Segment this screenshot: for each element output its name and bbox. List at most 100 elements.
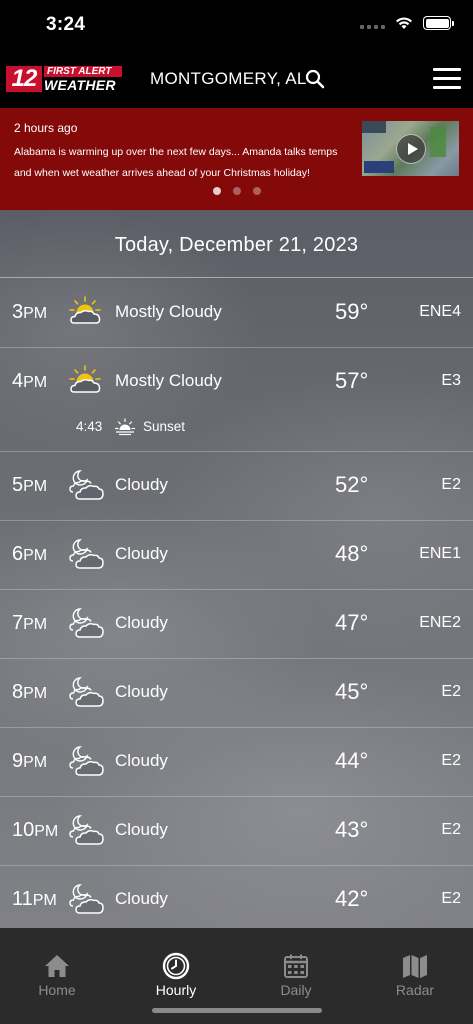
hourly-row[interactable]: 7PM Cloudy 47° ENE2 <box>0 590 473 659</box>
hourly-row[interactable]: 5PM Cloudy 52° E2 <box>0 452 473 521</box>
temperature-number: 48 <box>335 541 360 566</box>
temperature-number: 47 <box>335 610 360 635</box>
degree-symbol: ° <box>359 817 369 842</box>
condition-label: Cloudy <box>115 682 168 701</box>
wind-value: E2 <box>441 476 461 493</box>
map-icon <box>365 952 465 980</box>
hourly-row[interactable]: 6PM Cloudy 48° ENE1 <box>0 521 473 590</box>
temperature-number: 59 <box>335 299 360 324</box>
temperature-number: 43 <box>335 817 360 842</box>
temperature-number: 52 <box>335 472 360 497</box>
temperature-value: 57° <box>335 368 368 394</box>
degree-symbol: ° <box>359 541 369 566</box>
degree-symbol: ° <box>359 299 369 324</box>
cloudy-night-icon <box>68 468 104 502</box>
sunset-label: Sunset <box>143 419 186 434</box>
cloudy-night-icon <box>68 744 104 778</box>
condition-label: Cloudy <box>115 613 168 632</box>
hour-number: 10 <box>12 819 35 841</box>
tab-home[interactable]: Home <box>7 952 107 998</box>
banner-time-ago: 2 hours ago <box>14 121 78 135</box>
wind-value: E3 <box>441 372 461 389</box>
sunset-icon <box>114 416 136 438</box>
calendar-icon <box>246 952 346 980</box>
status-time: 3:24 <box>46 14 86 35</box>
hour-period: PM <box>23 305 48 322</box>
hour-period: PM <box>34 823 59 840</box>
carousel-dots <box>0 187 473 195</box>
video-thumbnail[interactable] <box>362 121 459 176</box>
condition-label: Cloudy <box>115 820 168 839</box>
banner-headline[interactable]: Alabama is warming up over the next few … <box>14 142 354 184</box>
hour-period: PM <box>23 754 48 771</box>
temperature-number: 42 <box>335 886 360 911</box>
carousel-dot[interactable] <box>252 187 261 195</box>
hour-label: 10PM <box>12 819 58 842</box>
tab-label: Daily <box>280 982 312 998</box>
hour-label: 6PM <box>12 543 47 566</box>
hourly-row[interactable]: 3PM Mostly Cloudy 59° ENE4 <box>0 279 473 348</box>
tab-daily[interactable]: Daily <box>246 952 346 998</box>
hour-period: PM <box>23 478 48 495</box>
hourly-row[interactable]: 10PM Cloudy 43° E2 <box>0 797 473 866</box>
home-icon <box>7 952 107 980</box>
degree-symbol: ° <box>359 748 369 773</box>
station-logo[interactable]: 12 FIRST ALERT WEATHER <box>6 66 122 92</box>
app-header: 12 FIRST ALERT WEATHER MONTGOMERY, AL <box>0 50 473 108</box>
logo-bottom-text: WEATHER <box>44 77 116 93</box>
logo-top-text: FIRST ALERT <box>44 66 122 77</box>
battery-icon <box>423 16 454 30</box>
hour-period: PM <box>32 892 57 909</box>
wind-value: E2 <box>441 683 461 700</box>
tab-label: Hourly <box>155 982 197 998</box>
hour-number: 9 <box>12 750 24 772</box>
cellular-signal-icon <box>360 17 385 29</box>
wind-value: E2 <box>441 752 461 769</box>
temperature-number: 44 <box>335 748 360 773</box>
tab-label: Radar <box>395 982 435 998</box>
condition-label: Cloudy <box>115 889 168 908</box>
clock-icon <box>126 952 226 980</box>
hour-number: 6 <box>12 543 24 565</box>
carousel-dot[interactable] <box>212 187 221 195</box>
cloudy-night-icon <box>68 813 104 847</box>
temperature-value: 52° <box>335 472 368 498</box>
hamburger-menu-icon[interactable] <box>433 68 461 90</box>
condition-label: Cloudy <box>115 475 168 494</box>
tab-radar[interactable]: Radar <box>365 952 465 998</box>
home-indicator <box>152 1008 322 1013</box>
temperature-value: 59° <box>335 299 368 325</box>
logo-number: 12 <box>6 66 42 92</box>
hourly-row[interactable]: 4PM Mostly Cloudy 57° E3 4:43 Sunset <box>0 348 473 452</box>
temperature-value: 48° <box>335 541 368 567</box>
hour-number: 7 <box>12 612 24 634</box>
condition-label: Cloudy <box>115 751 168 770</box>
carousel-dot[interactable] <box>232 187 241 195</box>
tab-hourly[interactable]: Hourly <box>126 952 226 998</box>
hourly-row[interactable]: 9PM Cloudy 44° E2 <box>0 728 473 797</box>
hour-number: 3 <box>12 301 24 323</box>
hour-number: 8 <box>12 681 24 703</box>
hour-label: 9PM <box>12 750 47 773</box>
degree-symbol: ° <box>359 472 369 497</box>
temperature-value: 42° <box>335 886 368 912</box>
condition-label: Mostly Cloudy <box>115 302 222 321</box>
hourly-row[interactable]: 8PM Cloudy 45° E2 <box>0 659 473 728</box>
cloudy-night-icon <box>68 882 104 916</box>
wind-value: E2 <box>441 890 461 907</box>
hour-number: 4 <box>12 370 24 392</box>
mostly-cloudy-icon <box>68 364 104 398</box>
hourly-forecast: Today, December 21, 2023 3PM Mostly Cloud… <box>0 210 473 928</box>
news-banner[interactable]: 2 hours ago Alabama is warming up over t… <box>0 108 473 210</box>
cloudy-night-icon <box>68 675 104 709</box>
degree-symbol: ° <box>359 679 369 704</box>
search-icon[interactable] <box>305 69 325 89</box>
play-icon[interactable] <box>396 134 426 164</box>
mostly-cloudy-icon <box>68 295 104 329</box>
hourly-row[interactable]: 11PM Cloudy 42° E2 <box>0 866 473 928</box>
location-label[interactable]: MONTGOMERY, AL <box>150 69 307 89</box>
degree-symbol: ° <box>359 886 369 911</box>
wifi-icon <box>396 17 412 29</box>
hour-number: 5 <box>12 474 24 496</box>
hour-label: 5PM <box>12 474 47 497</box>
